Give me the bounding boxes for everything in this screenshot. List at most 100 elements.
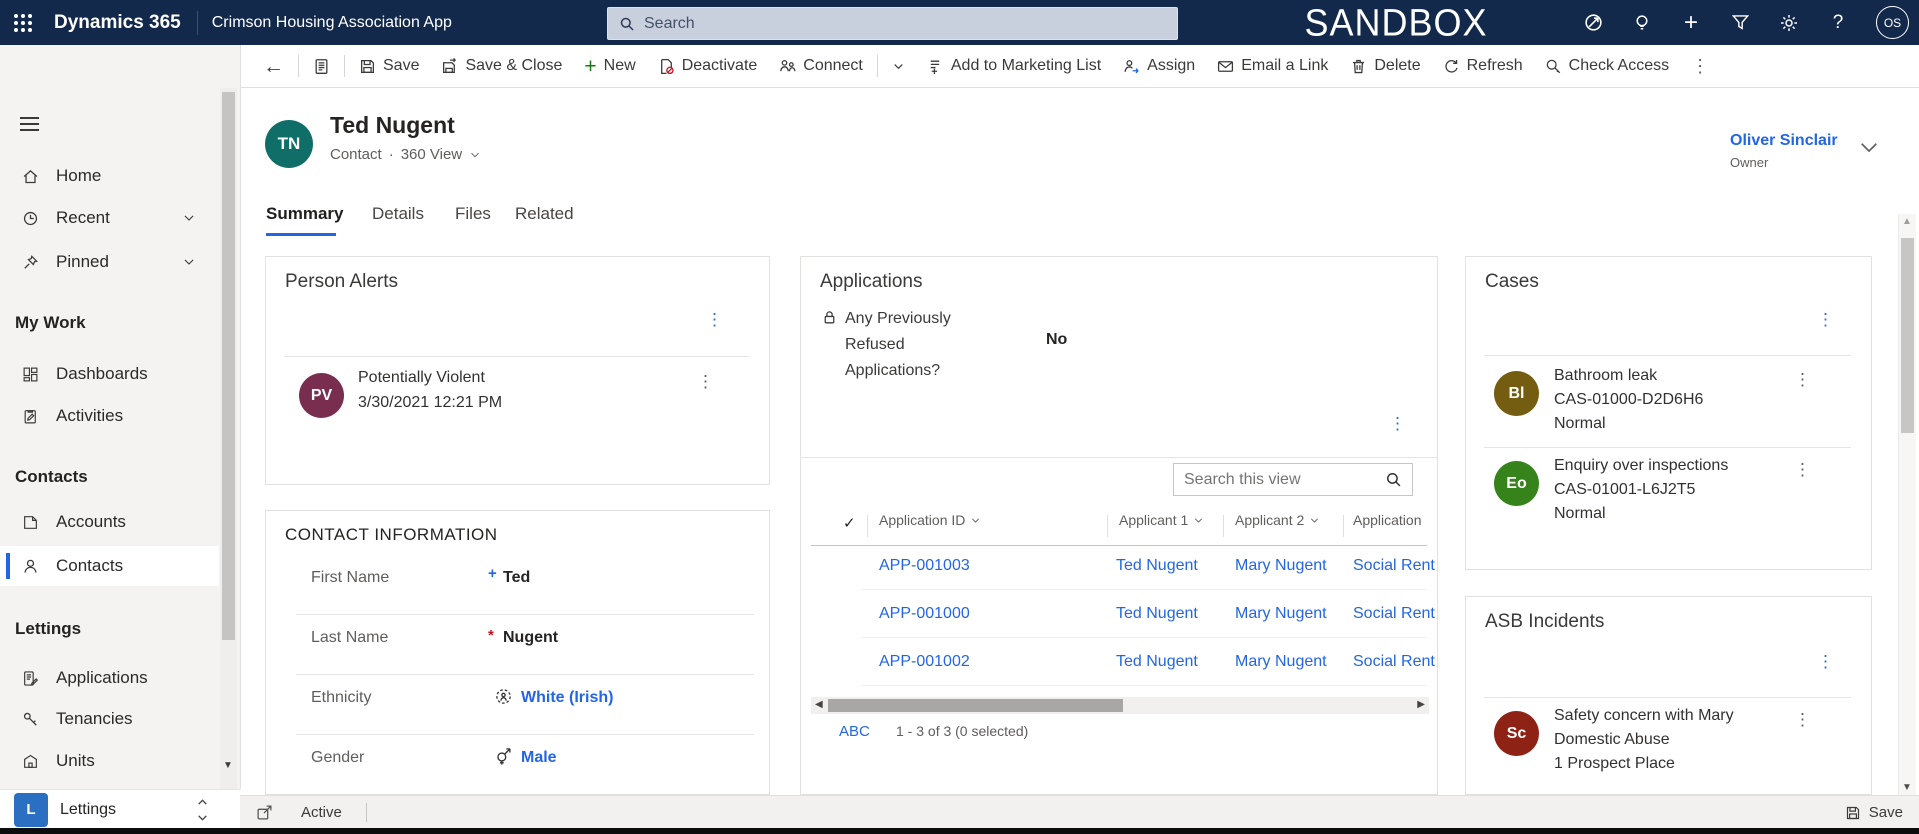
case-title[interactable]: Bathroom leak xyxy=(1554,367,1657,385)
item-commands-icon[interactable]: ⋮ xyxy=(1794,461,1811,478)
person-alerts-card: Person Alerts ⋮ PV Potentially Violent 3… xyxy=(265,256,770,485)
card-commands-icon[interactable]: ⋮ xyxy=(1389,415,1406,432)
case-title[interactable]: Enquiry over inspections xyxy=(1554,457,1728,475)
header-collapse-chevron[interactable] xyxy=(1856,134,1882,160)
form-switcher-button[interactable] xyxy=(302,45,341,87)
form-view-selector[interactable]: 360 View xyxy=(401,146,462,163)
command-overflow-button[interactable]: ⋮ xyxy=(1680,45,1720,87)
connect-dropdown-chevron[interactable] xyxy=(881,45,916,87)
sidebar-item-home[interactable]: Home xyxy=(0,157,219,195)
field-value-last-name[interactable]: Nugent xyxy=(503,629,558,647)
new-button[interactable]: + New xyxy=(573,45,646,87)
sidebar-item-applications[interactable]: Applications xyxy=(0,659,219,697)
lightbulb-icon[interactable] xyxy=(1631,12,1653,34)
grid-link-application-id[interactable]: APP-001003 xyxy=(879,557,970,575)
back-button[interactable]: ← xyxy=(252,45,295,87)
save-button[interactable]: Save xyxy=(348,45,430,87)
grid-link-application-id[interactable]: APP-001002 xyxy=(879,653,970,671)
activities-clipboard-icon xyxy=(22,408,39,425)
card-commands-icon[interactable]: ⋮ xyxy=(1817,311,1834,328)
sidebar-item-dashboards[interactable]: Dashboards xyxy=(0,355,219,393)
chevron-down-icon[interactable] xyxy=(469,149,481,161)
sidebar-scrollbar[interactable]: ▼ xyxy=(220,88,237,833)
chevron-down-icon[interactable] xyxy=(182,211,196,225)
area-switcher[interactable]: L Lettings xyxy=(0,789,240,829)
column-separator xyxy=(867,515,868,537)
field-value-ethnicity[interactable]: White (Irish) xyxy=(521,689,613,707)
column-header-application-id[interactable]: Application ID xyxy=(879,512,981,528)
alert-title[interactable]: Potentially Violent xyxy=(358,369,485,387)
add-to-marketing-list-button[interactable]: Add to Marketing List xyxy=(916,45,1112,87)
scrollbar-down-arrow[interactable]: ▼ xyxy=(1902,782,1912,793)
sidebar-scrollbar-thumb[interactable] xyxy=(222,92,235,640)
delete-button[interactable]: Delete xyxy=(1339,45,1431,87)
item-commands-icon[interactable]: ⋮ xyxy=(697,373,714,390)
grid-link-applicant1[interactable]: Ted Nugent xyxy=(1116,557,1198,575)
tab-details[interactable]: Details xyxy=(372,204,424,224)
app-name[interactable]: Crimson Housing Association App xyxy=(212,14,452,32)
help-icon[interactable]: ? xyxy=(1827,12,1849,34)
refresh-button[interactable]: Refresh xyxy=(1432,45,1534,87)
grid-link-applicant1[interactable]: Ted Nugent xyxy=(1116,653,1198,671)
quick-create-plus-icon[interactable]: + xyxy=(1680,12,1702,34)
scrollbar-thumb[interactable] xyxy=(1901,238,1914,433)
scrollbar-down-arrow[interactable]: ▼ xyxy=(223,760,233,771)
scroll-right-arrow[interactable]: ▶ xyxy=(1417,699,1425,710)
tab-summary[interactable]: Summary xyxy=(266,204,343,224)
item-commands-icon[interactable]: ⋮ xyxy=(1794,371,1811,388)
deactivate-button[interactable]: Deactivate xyxy=(647,45,769,87)
brand-title[interactable]: Dynamics 365 xyxy=(54,12,181,34)
sidebar-item-accounts[interactable]: Accounts xyxy=(0,503,219,541)
column-header-application-type[interactable]: Application xyxy=(1353,512,1438,528)
grid-link-application-type[interactable]: Social Rent xyxy=(1353,557,1438,575)
item-commands-icon[interactable]: ⋮ xyxy=(1794,711,1811,728)
task-checker-icon[interactable] xyxy=(1582,12,1604,34)
grid-link-applicant1[interactable]: Ted Nugent xyxy=(1116,605,1198,623)
select-all-check-icon[interactable]: ✓ xyxy=(843,514,856,532)
sidebar-item-contacts[interactable]: Contacts xyxy=(0,546,219,586)
grid-link-application-type[interactable]: Social Rent xyxy=(1353,605,1438,623)
grid-link-application-type[interactable]: Social Rent xyxy=(1353,653,1438,671)
card-commands-icon[interactable]: ⋮ xyxy=(1817,653,1834,670)
incident-title[interactable]: Safety concern with Mary xyxy=(1554,707,1734,725)
settings-gear-icon[interactable] xyxy=(1778,12,1800,34)
sidebar-item-units[interactable]: Units xyxy=(0,742,219,780)
popout-icon[interactable] xyxy=(256,804,273,821)
scrollbar-up-arrow[interactable]: ▲ xyxy=(1902,216,1912,227)
main-scrollbar[interactable]: ▲ ▼ xyxy=(1898,214,1916,795)
sidebar-item-recent[interactable]: Recent xyxy=(0,199,219,237)
tab-files[interactable]: Files xyxy=(455,204,491,224)
tab-related[interactable]: Related xyxy=(515,204,574,224)
column-header-applicant-1[interactable]: Applicant 1 xyxy=(1119,512,1204,528)
sidebar-item-activities[interactable]: Activities xyxy=(0,397,219,435)
footer-save-button[interactable]: Save xyxy=(1845,804,1903,821)
owner-link[interactable]: Oliver Sinclair xyxy=(1730,132,1838,150)
connect-button[interactable]: Connect xyxy=(768,45,874,87)
grid-horizontal-scrollbar[interactable]: ◀ ▶ xyxy=(811,697,1429,714)
jump-bar-link[interactable]: ABC xyxy=(839,723,870,740)
save-icon xyxy=(1845,805,1861,821)
grid-link-application-id[interactable]: APP-001000 xyxy=(879,605,970,623)
chevron-down-icon[interactable] xyxy=(182,255,196,269)
field-value-gender[interactable]: Male xyxy=(521,749,557,767)
email-a-link-button[interactable]: Email a Link xyxy=(1206,45,1339,87)
global-search-input[interactable]: Search xyxy=(607,7,1178,40)
sidebar-item-pinned[interactable]: Pinned xyxy=(0,243,219,281)
sidebar-item-tenancies[interactable]: Tenancies xyxy=(0,700,219,738)
user-avatar[interactable]: OS xyxy=(1876,6,1909,39)
grid-link-applicant2[interactable]: Mary Nugent xyxy=(1235,653,1327,671)
hamburger-menu-icon[interactable] xyxy=(20,117,39,135)
filter-funnel-icon[interactable] xyxy=(1729,12,1751,34)
grid-search-input[interactable]: Search this view xyxy=(1173,463,1413,496)
save-and-close-button[interactable]: Save & Close xyxy=(430,45,573,87)
column-header-applicant-2[interactable]: Applicant 2 xyxy=(1235,512,1320,528)
check-access-button[interactable]: Check Access xyxy=(1534,45,1680,87)
grid-link-applicant2[interactable]: Mary Nugent xyxy=(1235,605,1327,623)
scrollbar-thumb[interactable] xyxy=(828,699,1123,712)
field-value-first-name[interactable]: Ted xyxy=(503,569,530,587)
app-launcher-waffle-icon[interactable] xyxy=(14,14,32,32)
card-commands-icon[interactable]: ⋮ xyxy=(706,311,723,328)
assign-button[interactable]: Assign xyxy=(1112,45,1206,87)
scroll-left-arrow[interactable]: ◀ xyxy=(815,699,823,710)
grid-link-applicant2[interactable]: Mary Nugent xyxy=(1235,557,1327,575)
